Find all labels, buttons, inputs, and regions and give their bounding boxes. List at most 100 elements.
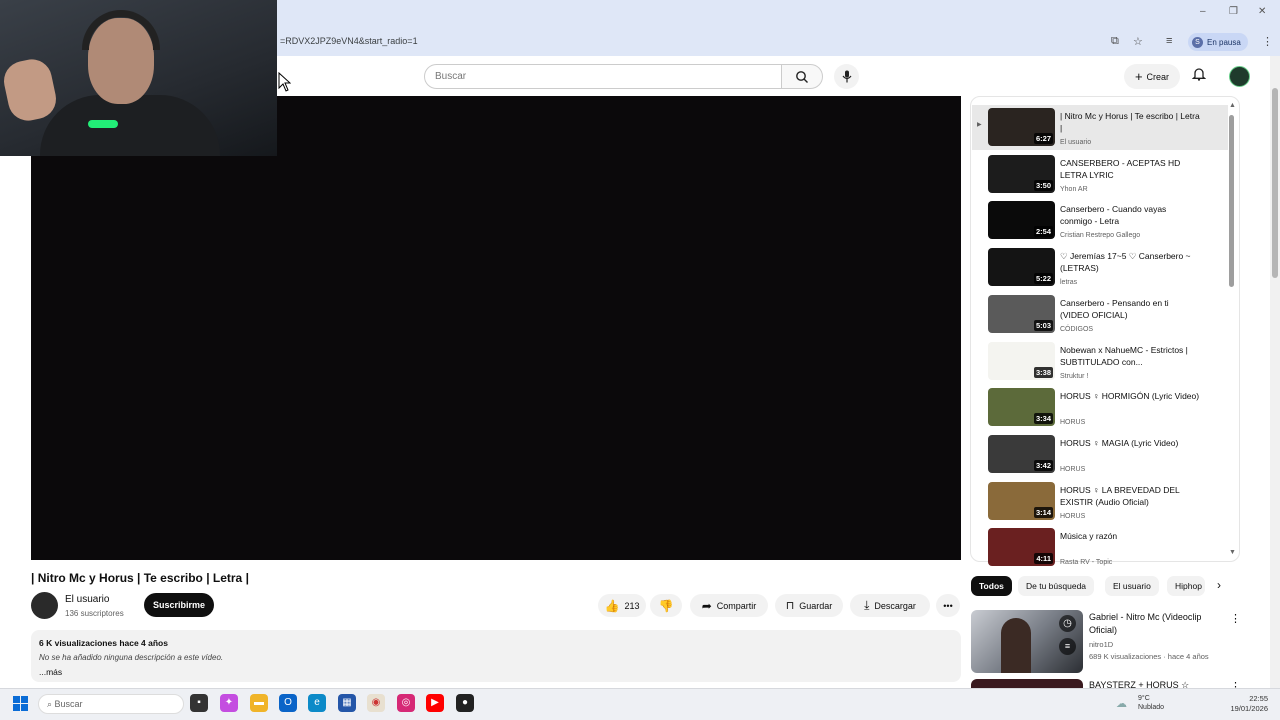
playlist-thumbnail[interactable]: 3:14 — [988, 481, 1055, 520]
taskbar-clock[interactable]: 22:55 19/01/2026 — [1222, 694, 1268, 714]
webcam-overlay — [0, 0, 277, 156]
more-actions-button[interactable]: ••• — [936, 594, 960, 617]
taskbar-search-input[interactable]: ⌕ Buscar — [38, 694, 184, 714]
playlist-item-title[interactable]: Canserbero - Pensando en ti (VIDEO OFICI… — [1060, 297, 1200, 321]
weather-desc: Nublado — [1138, 704, 1165, 711]
recommendation-thumbnail[interactable]: ◷ ≡ — [971, 610, 1083, 673]
more-vertical-icon[interactable]: ⋮ — [1230, 612, 1241, 625]
channel-name[interactable]: El usuario — [65, 594, 109, 605]
playlist-item-title[interactable]: HORUS ♀ LA BREVEDAD DEL EXISTIR (Audio O… — [1060, 484, 1200, 508]
chip-all[interactable]: Todos — [971, 576, 1012, 596]
playlist-item-title[interactable]: Canserbero - Cuando vayas conmigo - Letr… — [1060, 203, 1200, 227]
youtube-icon[interactable]: ▶ — [426, 694, 444, 712]
watch-later-icon[interactable]: ◷ — [1059, 615, 1076, 632]
share-button[interactable]: ➦ Compartir — [690, 594, 768, 617]
playlist-thumbnail[interactable]: 5:22 — [988, 248, 1055, 287]
cloud-icon: ☁ — [1116, 698, 1127, 710]
playlist-item[interactable]: 3:38 Nobewan x NahueMC - Estrictos | SUBT… — [972, 339, 1228, 384]
close-window-button[interactable]: ✕ — [1258, 6, 1266, 17]
description-box[interactable]: 6 K visualizaciones hace 4 años No se ha… — [31, 630, 961, 682]
account-avatar[interactable] — [1229, 66, 1250, 87]
video-player[interactable] — [31, 96, 961, 560]
url-field[interactable]: =RDVX2JPZ9eVN4&start_radio=1 — [280, 36, 418, 46]
channel-avatar[interactable] — [31, 592, 58, 619]
store-icon[interactable]: ▦ — [338, 694, 356, 712]
playlist-scrollbar[interactable] — [1229, 115, 1234, 287]
show-more-link[interactable]: ...más — [39, 667, 953, 677]
outlook-icon[interactable]: O — [279, 694, 297, 712]
playlist-thumbnail[interactable]: 3:38 — [988, 341, 1055, 380]
playlist-item[interactable]: 3:42 HORUS ♀ MAGIA (Lyric Video) HORUS — [972, 432, 1228, 477]
playlist-item-channel: Rasta RV - Topic — [1060, 559, 1113, 567]
playlist-item-title[interactable]: CANSERBERO - ACEPTAS HD LETRA LYRIC — [1060, 157, 1200, 181]
chrome-icon[interactable]: ◉ — [367, 694, 385, 712]
playlist-item[interactable]: 3:34 HORUS ♀ HORMIGÓN (Lyric Video) HORUS — [972, 385, 1228, 430]
playlist-thumbnail[interactable]: 3:34 — [988, 388, 1055, 427]
download-label: Descargar — [874, 600, 916, 611]
scroll-up-arrow-icon[interactable]: ▲ — [1229, 102, 1236, 109]
chip-hiphop[interactable]: Hiphop — [1167, 576, 1205, 596]
voice-search-button[interactable] — [834, 64, 859, 89]
create-button[interactable]: + Crear — [1124, 64, 1180, 89]
weather-widget[interactable]: 9°C Nublado — [1138, 694, 1164, 712]
search-button[interactable] — [781, 64, 823, 89]
playlist-item-title[interactable]: Música y razón — [1060, 530, 1200, 542]
recommendation-channel[interactable]: nitro1D — [1089, 640, 1113, 649]
download-icon: ⤓ — [864, 598, 870, 612]
profile-chip[interactable]: S En pausa — [1188, 33, 1248, 51]
download-button[interactable]: ⤓ Descargar — [850, 594, 930, 617]
save-button[interactable]: ⊓ Guardar — [775, 594, 843, 617]
playlist-item-title[interactable]: HORUS ♀ HORMIGÓN (Lyric Video) — [1060, 390, 1200, 402]
playlist-thumbnail[interactable]: 6:27 — [988, 108, 1055, 146]
create-label: Crear — [1146, 71, 1170, 82]
playlist-item[interactable]: ▶ 6:27 | Nitro Mc y Horus | Te escribo | L… — [972, 105, 1228, 150]
playlist-thumbnail[interactable]: 3:42 — [988, 434, 1055, 473]
notifications-bell-icon[interactable] — [1191, 66, 1207, 84]
playlist-item-channel: Cristian Restrepo Gallego — [1060, 232, 1141, 240]
obs-icon[interactable]: ● — [456, 694, 474, 712]
search-input[interactable]: Buscar — [424, 64, 782, 89]
search-icon: ⌕ — [47, 699, 55, 709]
playlist-item-channel: Yhon AR — [1060, 185, 1088, 193]
playlist-item[interactable]: 2:54 Canserbero - Cuando vayas conmigo - … — [972, 198, 1228, 243]
playlist-item[interactable]: 5:22 ♡ Jeremías 17~5 ♡ Canserbero ~ (LETR… — [972, 245, 1228, 290]
browser-menu-icon[interactable]: ⋮ — [1262, 35, 1273, 48]
playlist-thumbnail[interactable]: 4:11 — [988, 528, 1055, 567]
playlist-item[interactable]: 4:11 Música y razón Rasta RV - Topic — [972, 525, 1228, 570]
playlist-thumbnail[interactable]: 5:03 — [988, 294, 1055, 333]
playlist-item-title[interactable]: | Nitro Mc y Horus | Te escribo | Letra … — [1060, 110, 1200, 134]
file-explorer-icon[interactable]: ▬ — [250, 694, 268, 712]
subscribe-button[interactable]: Suscribirme — [144, 593, 214, 617]
chip-channel[interactable]: El usuario — [1105, 576, 1159, 596]
task-view-icon[interactable]: ▪ — [190, 694, 208, 712]
playlist-item[interactable]: 3:50 CANSERBERO - ACEPTAS HD LETRA LYRIC Y… — [972, 152, 1228, 197]
add-to-queue-icon[interactable]: ≡ — [1059, 638, 1076, 655]
windows-start-icon[interactable] — [13, 696, 28, 716]
playlist-item-title[interactable]: Nobewan x NahueMC - Estrictos | SUBTITUL… — [1060, 344, 1200, 368]
page-scrollbar-thumb[interactable] — [1272, 88, 1278, 278]
dislike-button[interactable]: 👎 — [650, 594, 682, 617]
playlist-thumbnail[interactable]: 3:50 — [988, 154, 1055, 193]
playlist-thumbnail[interactable]: 2:54 — [988, 201, 1055, 240]
maximize-button[interactable]: ❐ — [1229, 6, 1238, 17]
recommendation-title[interactable]: Gabriel - Nitro Mc (Videoclip Oficial) — [1089, 611, 1219, 637]
playlist-item[interactable]: 5:03 Canserbero - Pensando en ti (VIDEO O… — [972, 292, 1228, 337]
like-button[interactable]: 👍 213 — [598, 594, 646, 617]
headphones-icon — [82, 10, 160, 50]
scroll-down-arrow-icon[interactable]: ▼ — [1229, 549, 1236, 556]
playlist-item-title[interactable]: ♡ Jeremías 17~5 ♡ Canserbero ~ (LETRAS) — [1060, 250, 1200, 274]
playlist-item-title[interactable]: HORUS ♀ MAGIA (Lyric Video) — [1060, 437, 1200, 449]
install-app-icon[interactable]: ⧉ — [1111, 35, 1119, 48]
save-label: Guardar — [799, 600, 833, 611]
instagram-icon[interactable]: ◎ — [397, 694, 415, 712]
minimize-button[interactable]: – — [1200, 6, 1206, 17]
tab-search-icon[interactable]: ≡ — [1166, 35, 1172, 47]
bookmark-star-icon[interactable]: ☆ — [1133, 35, 1143, 48]
copilot-icon[interactable]: ✦ — [220, 694, 238, 712]
webcam-person-body — [40, 95, 220, 156]
playlist-item[interactable]: 3:14 HORUS ♀ LA BREVEDAD DEL EXISTIR (Aud… — [972, 479, 1228, 524]
chip-from-search[interactable]: De tu búsqueda — [1018, 576, 1095, 596]
edge-icon[interactable]: e — [308, 694, 326, 712]
chevron-right-icon[interactable]: › — [1217, 578, 1221, 592]
like-count: 213 — [624, 600, 640, 611]
